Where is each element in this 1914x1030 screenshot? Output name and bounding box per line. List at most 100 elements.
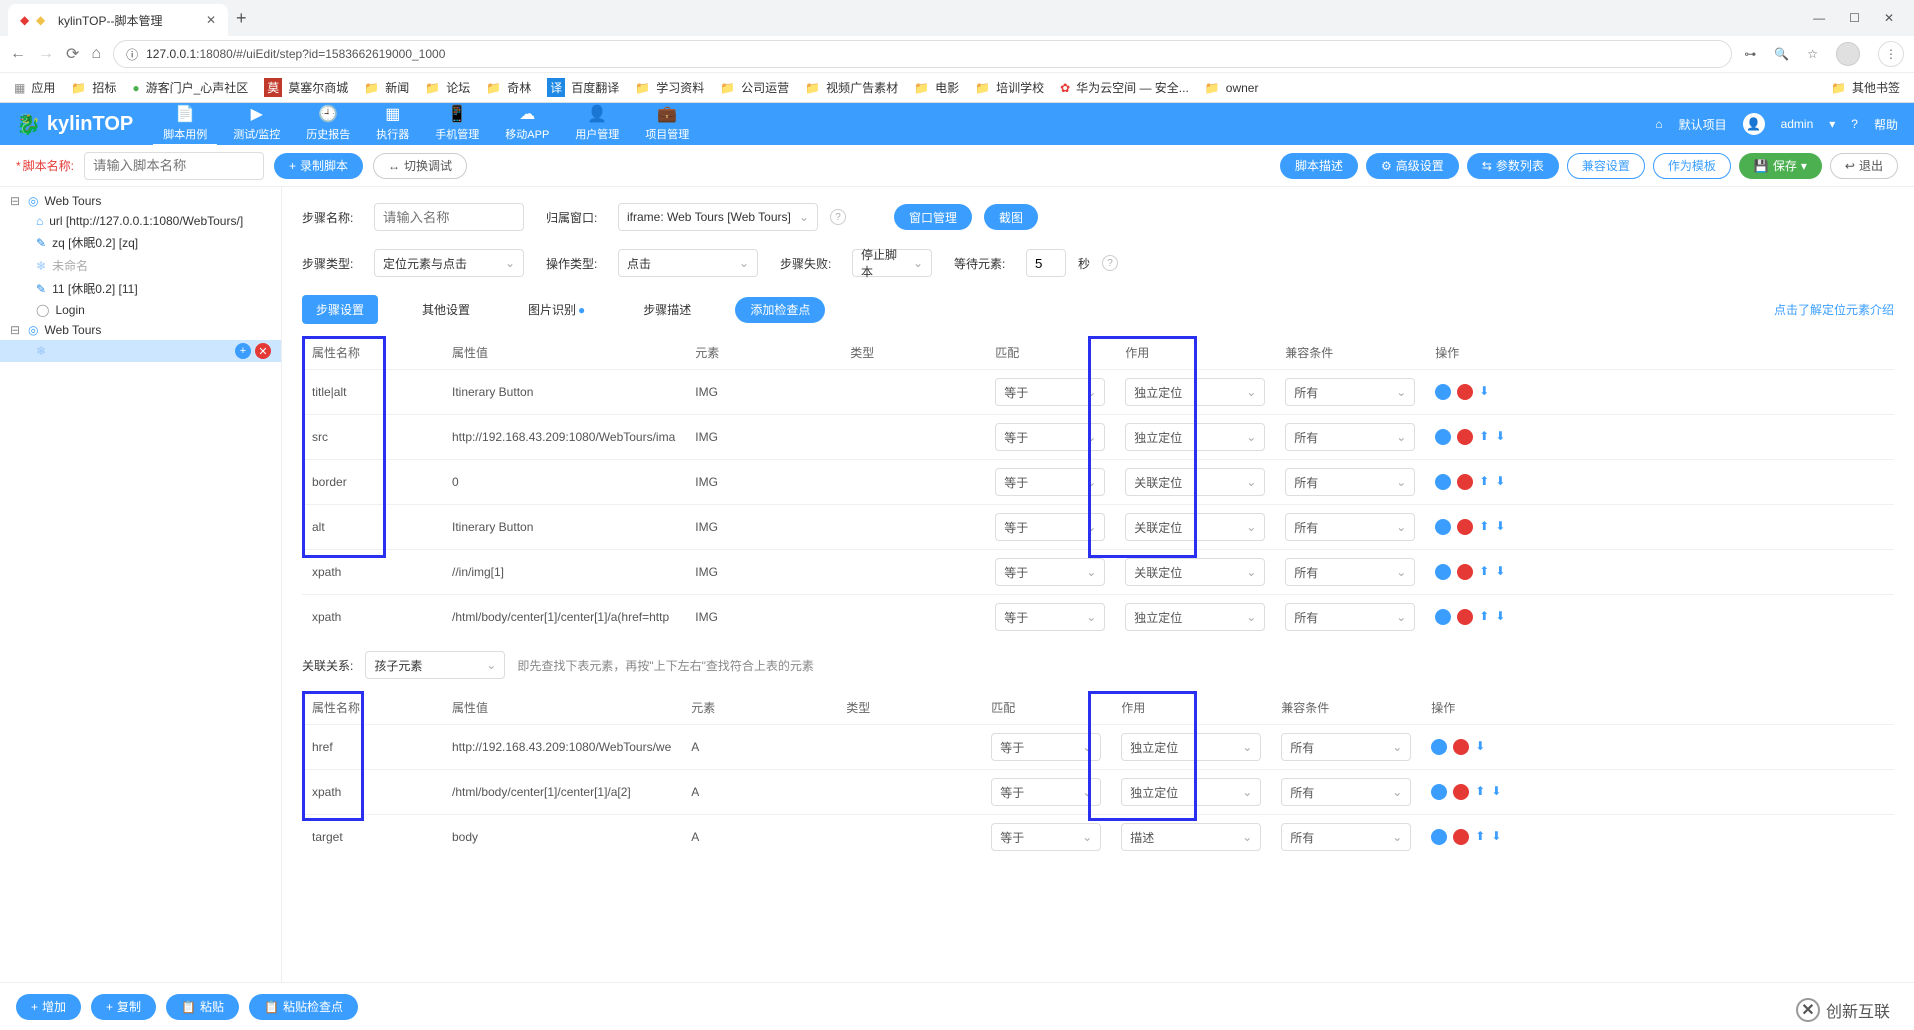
row-down-icon[interactable]: ⬇ bbox=[1491, 829, 1501, 845]
nav-mobile-app[interactable]: ☁移动APP bbox=[495, 102, 559, 146]
learn-locator-link[interactable]: 点击了解定位元素介绍 bbox=[1774, 301, 1894, 318]
bookmark-item[interactable]: 📁培训学校 bbox=[975, 79, 1044, 96]
exit-button[interactable]: ↩退出 bbox=[1830, 153, 1898, 179]
role-select[interactable]: 独立定位⌄ bbox=[1121, 733, 1261, 761]
row-delete-icon[interactable]: ✕ bbox=[1457, 429, 1473, 445]
row-delete-icon[interactable]: ✕ bbox=[1453, 829, 1469, 845]
bookmark-item[interactable]: 📁视频广告素材 bbox=[805, 79, 898, 96]
apps-button[interactable]: ▦应用 bbox=[14, 79, 55, 96]
help-label[interactable]: 帮助 bbox=[1874, 116, 1898, 133]
record-script-button[interactable]: +录制脚本 bbox=[274, 153, 363, 179]
row-up-icon[interactable]: ⬆ bbox=[1479, 519, 1489, 535]
tree-item[interactable]: ⌂url [http://127.0.0.1:1080/WebTours/] bbox=[0, 211, 281, 231]
row-add-icon[interactable]: + bbox=[1435, 609, 1451, 625]
help-icon[interactable]: ? bbox=[1102, 255, 1118, 271]
row-down-icon[interactable]: ⬇ bbox=[1479, 384, 1489, 400]
match-select[interactable]: 等于⌄ bbox=[991, 778, 1101, 806]
role-select[interactable]: 关联定位⌄ bbox=[1125, 513, 1265, 541]
tree-root[interactable]: ⊟◎Web Tours bbox=[0, 320, 281, 340]
wait-input[interactable] bbox=[1026, 249, 1066, 277]
compat-select[interactable]: 所有⌄ bbox=[1281, 823, 1411, 851]
bookmark-item[interactable]: 莫莫塞尔商城 bbox=[264, 78, 348, 97]
role-select[interactable]: 独立定位⌄ bbox=[1121, 778, 1261, 806]
row-add-icon[interactable]: + bbox=[1435, 474, 1451, 490]
bookmark-item[interactable]: 📁owner bbox=[1205, 81, 1259, 95]
row-delete-icon[interactable]: ✕ bbox=[1457, 384, 1473, 400]
bookmark-item[interactable]: 📁学习资料 bbox=[635, 79, 704, 96]
compat-select[interactable]: 所有⌄ bbox=[1281, 733, 1411, 761]
match-select[interactable]: 等于⌄ bbox=[995, 378, 1105, 406]
menu-icon[interactable]: ⋮ bbox=[1878, 41, 1904, 67]
op-type-select[interactable]: 点击⌄ bbox=[618, 249, 758, 277]
bookmark-item[interactable]: 译百度翻译 bbox=[547, 78, 619, 97]
role-select[interactable]: 关联定位⌄ bbox=[1125, 558, 1265, 586]
row-delete-icon[interactable]: ✕ bbox=[1457, 474, 1473, 490]
help-icon[interactable]: ? bbox=[830, 209, 846, 225]
script-name-input[interactable] bbox=[84, 152, 264, 180]
compat-select[interactable]: 所有⌄ bbox=[1285, 423, 1415, 451]
key-icon[interactable]: ⊶ bbox=[1744, 47, 1756, 61]
step-name-input[interactable] bbox=[374, 203, 524, 231]
app-logo[interactable]: 🐉kylinTOP bbox=[16, 112, 133, 137]
new-tab-button[interactable]: + bbox=[236, 8, 247, 29]
role-select[interactable]: 独立定位⌄ bbox=[1125, 423, 1265, 451]
row-delete-icon[interactable]: ✕ bbox=[1453, 784, 1469, 800]
row-down-icon[interactable]: ⬇ bbox=[1495, 609, 1505, 625]
role-select[interactable]: 独立定位⌄ bbox=[1125, 378, 1265, 406]
bookmark-item[interactable]: ✿华为云空间 — 安全... bbox=[1060, 79, 1189, 96]
match-select[interactable]: 等于⌄ bbox=[995, 603, 1105, 631]
compat-settings-button[interactable]: 兼容设置 bbox=[1567, 153, 1645, 179]
row-down-icon[interactable]: ⬇ bbox=[1491, 784, 1501, 800]
row-up-icon[interactable]: ⬆ bbox=[1479, 609, 1489, 625]
row-up-icon[interactable]: ⬆ bbox=[1475, 784, 1485, 800]
home-button[interactable]: ⌂ bbox=[91, 45, 101, 63]
row-delete-icon[interactable]: ✕ bbox=[1457, 519, 1473, 535]
step-type-select[interactable]: 定位元素与点击⌄ bbox=[374, 249, 524, 277]
row-delete-icon[interactable]: ✕ bbox=[1457, 609, 1473, 625]
project-label[interactable]: 默认项目 bbox=[1679, 116, 1727, 133]
bookmark-item[interactable]: 📁公司运营 bbox=[720, 79, 789, 96]
save-button[interactable]: 💾保存▾ bbox=[1739, 153, 1822, 179]
nav-script[interactable]: 📄脚本用例 bbox=[153, 102, 217, 146]
advanced-settings-button[interactable]: ⚙高级设置 bbox=[1366, 153, 1459, 179]
bookmark-item[interactable]: 📁招标 bbox=[71, 79, 116, 96]
row-down-icon[interactable]: ⬇ bbox=[1495, 519, 1505, 535]
info-icon[interactable]: ⓘ bbox=[126, 46, 138, 63]
compat-select[interactable]: 所有⌄ bbox=[1285, 558, 1415, 586]
window-select[interactable]: iframe: Web Tours [Web Tours]⌄ bbox=[618, 203, 818, 231]
row-add-icon[interactable]: + bbox=[1431, 739, 1447, 755]
reload-button[interactable]: ⟳ bbox=[66, 44, 79, 64]
nav-test[interactable]: ▶测试/监控 bbox=[223, 102, 290, 146]
row-delete-icon[interactable]: ✕ bbox=[1453, 739, 1469, 755]
maximize-icon[interactable]: ☐ bbox=[1849, 11, 1860, 25]
compat-select[interactable]: 所有⌄ bbox=[1285, 513, 1415, 541]
bookmark-item[interactable]: 📁奇林 bbox=[486, 79, 531, 96]
row-down-icon[interactable]: ⬇ bbox=[1495, 429, 1505, 445]
star-icon[interactable]: ☆ bbox=[1807, 47, 1818, 61]
tree-item[interactable]: ◯Login bbox=[0, 300, 281, 320]
bookmark-item[interactable]: 📁新闻 bbox=[364, 79, 409, 96]
row-add-icon[interactable]: + bbox=[1431, 829, 1447, 845]
delete-icon[interactable]: ✕ bbox=[255, 343, 271, 359]
bookmark-item[interactable]: ●游客门户_心声社区 bbox=[132, 79, 248, 96]
add-button[interactable]: +增加 bbox=[16, 994, 81, 1020]
add-checkpoint-button[interactable]: 添加检查点 bbox=[735, 297, 825, 323]
row-delete-icon[interactable]: ✕ bbox=[1457, 564, 1473, 580]
nav-phone[interactable]: 📱手机管理 bbox=[425, 102, 489, 146]
tree-root[interactable]: ⊟◎Web Tours bbox=[0, 191, 281, 211]
match-select[interactable]: 等于⌄ bbox=[995, 468, 1105, 496]
add-icon[interactable]: + bbox=[235, 343, 251, 359]
compat-select[interactable]: 所有⌄ bbox=[1285, 603, 1415, 631]
step-fail-select[interactable]: 停止脚本⌄ bbox=[852, 249, 932, 277]
compat-select[interactable]: 所有⌄ bbox=[1285, 378, 1415, 406]
tab-step-settings[interactable]: 步骤设置 bbox=[302, 295, 378, 324]
bookmark-item[interactable]: 📁电影 bbox=[914, 79, 959, 96]
tree-item[interactable]: ✎zq [休眠0.2] [zq] bbox=[0, 231, 281, 254]
close-window-icon[interactable]: ✕ bbox=[1884, 11, 1894, 25]
paste-button[interactable]: 📋粘贴 bbox=[166, 994, 239, 1020]
row-down-icon[interactable]: ⬇ bbox=[1495, 564, 1505, 580]
tab-image-recog[interactable]: 图片识别● bbox=[514, 295, 599, 324]
search-icon[interactable]: 🔍 bbox=[1774, 47, 1789, 61]
match-select[interactable]: 等于⌄ bbox=[991, 823, 1101, 851]
user-name[interactable]: admin bbox=[1781, 117, 1814, 131]
